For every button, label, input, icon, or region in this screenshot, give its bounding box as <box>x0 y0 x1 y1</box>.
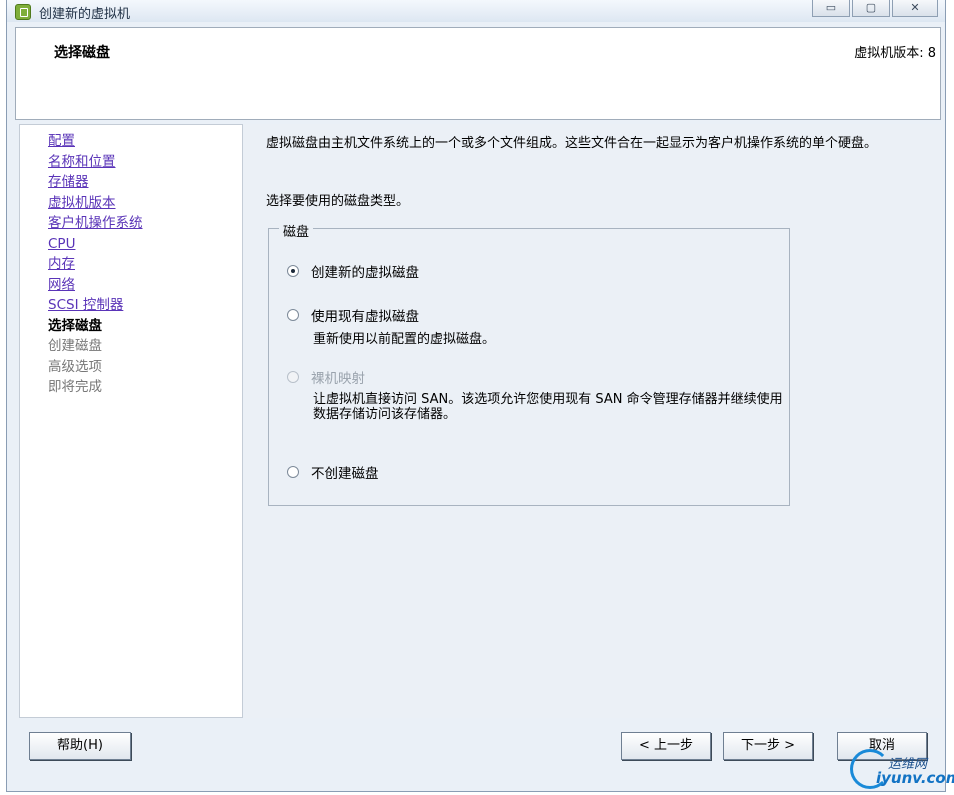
disk-description: 虚拟磁盘由主机文件系统上的一个或多个文件组成。这些文件合在一起显示为客户机操作系… <box>266 136 878 151</box>
nav-step-item[interactable]: 存储器 <box>48 172 242 193</box>
title-bar[interactable]: 创建新的虚拟机 ▭ ▢ ✕ <box>7 0 945 22</box>
vm-app-icon <box>15 4 31 20</box>
option-create-new-disk-label[interactable]: 创建新的虚拟磁盘 <box>311 261 419 281</box>
close-button[interactable]: ✕ <box>892 0 938 17</box>
option-no-disk-label[interactable]: 不创建磁盘 <box>311 462 379 482</box>
maximize-button[interactable]: ▢ <box>852 0 890 17</box>
nav-step-item[interactable]: 配置 <box>48 131 242 152</box>
nav-step-item: 选择磁盘 <box>48 317 102 334</box>
nav-step-item: 创建磁盘 <box>48 338 102 354</box>
option-create-new-disk[interactable]: 创建新的虚拟磁盘 <box>287 261 419 281</box>
window-controls: ▭ ▢ ✕ <box>811 0 939 18</box>
nav-step-item[interactable]: 虚拟机版本 <box>48 193 242 214</box>
option-raw-device-mapping: 裸机映射 <box>287 367 365 387</box>
watermark-en-text: iyunv.com <box>876 769 954 787</box>
wizard-button-bar: 帮助(H) < 上一步 下一步 > 取消 <box>7 718 945 792</box>
radio-create-new-disk[interactable] <box>287 265 299 277</box>
wizard-steps-nav: 配置 名称和位置 存储器 虚拟机版本 客户机操作系统 CPU 内存 网络 SCSI 控制器 选择磁… <box>19 124 243 718</box>
site-watermark: 运维网 iyunv.com <box>850 747 954 793</box>
nav-step-item[interactable]: 名称和位置 <box>48 152 242 173</box>
radio-use-existing-disk[interactable] <box>287 309 299 321</box>
wizard-header: 选择磁盘 虚拟机版本: 8 <box>15 27 941 120</box>
help-button[interactable]: 帮助(H) <box>29 732 131 760</box>
vm-version-label: 虚拟机版本: 8 <box>854 46 936 61</box>
nav-step-item[interactable]: 内存 <box>48 254 242 275</box>
page-title: 选择磁盘 <box>54 45 110 61</box>
option-no-disk[interactable]: 不创建磁盘 <box>287 462 379 482</box>
radio-no-disk[interactable] <box>287 466 299 478</box>
disk-type-prompt: 选择要使用的磁盘类型。 <box>266 194 410 209</box>
nav-step-item: 即将完成 <box>48 379 102 395</box>
option-raw-device-mapping-label: 裸机映射 <box>311 371 365 387</box>
nav-step-item: 高级选项 <box>48 358 102 375</box>
window-title: 创建新的虚拟机 <box>39 7 131 22</box>
wizard-window: 创建新的虚拟机 ▭ ▢ ✕ 选择磁盘 虚拟机版本: 8 配置 名称和位置 存储器 虚拟… <box>6 0 946 792</box>
option-use-existing-disk-label[interactable]: 使用现有虚拟磁盘 <box>311 305 419 325</box>
radio-raw-device-mapping <box>287 371 299 383</box>
next-button[interactable]: 下一步 > <box>723 732 813 760</box>
main-content: 虚拟磁盘由主机文件系统上的一个或多个文件组成。这些文件合在一起显示为客户机操作系… <box>244 124 943 718</box>
disk-group-label: 磁盘 <box>279 221 314 240</box>
nav-step-item[interactable]: CPU <box>48 234 242 255</box>
steps-list: 配置 名称和位置 存储器 虚拟机版本 客户机操作系统 CPU 内存 网络 SCSI 控制器 选择磁… <box>20 125 242 398</box>
option-use-existing-disk[interactable]: 使用现有虚拟磁盘 <box>287 305 419 325</box>
disk-options-group: 磁盘 创建新的虚拟磁盘 使用现有虚拟磁盘 重新使用以前配置的虚拟磁盘。 裸机映射… <box>268 221 790 506</box>
back-button[interactable]: < 上一步 <box>621 732 711 760</box>
nav-step-item[interactable]: 客户机操作系统 <box>48 213 242 234</box>
option-raw-device-mapping-description: 让虚拟机直接访问 SAN。该选项允许您使用现有 SAN 命令管理存储器并继续使用… <box>313 392 783 422</box>
option-use-existing-disk-description: 重新使用以前配置的虚拟磁盘。 <box>313 332 496 347</box>
minimize-button[interactable]: ▭ <box>812 0 850 17</box>
nav-step-item[interactable]: SCSI 控制器 <box>48 295 242 316</box>
nav-step-item[interactable]: 网络 <box>48 275 242 296</box>
